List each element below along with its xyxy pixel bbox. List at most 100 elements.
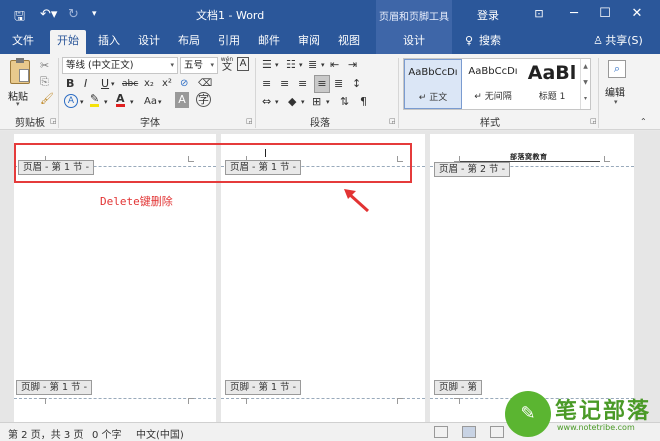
login-button[interactable]: 登录 bbox=[477, 7, 499, 23]
bullets-icon[interactable]: ☰ bbox=[262, 57, 272, 73]
style-no-spacing[interactable]: AaBbCcDı ↵ 无间隔 bbox=[464, 59, 522, 109]
font-color-dropdown-icon[interactable]: ▾ bbox=[130, 94, 134, 110]
multilevel-list-icon[interactable]: ≣ bbox=[308, 57, 317, 73]
word-count[interactable]: 0 个字 bbox=[92, 426, 122, 441]
tab-home[interactable]: 开始 bbox=[50, 30, 86, 54]
tab-layout[interactable]: 布局 bbox=[174, 30, 204, 54]
bold-button[interactable]: B bbox=[66, 76, 74, 92]
multilevel-dropdown-icon[interactable]: ▾ bbox=[321, 57, 325, 73]
tab-mailings[interactable]: 邮件 bbox=[254, 30, 284, 54]
align-left-icon[interactable]: ≡ bbox=[262, 76, 271, 92]
lightbulb-icon: ♀ bbox=[464, 34, 474, 47]
font-name-combo[interactable]: 等线 (中文正文) ▾ bbox=[62, 57, 178, 74]
show-marks-icon[interactable]: ¶ bbox=[360, 94, 367, 110]
clear-format-icon[interactable]: ⌫ bbox=[198, 76, 212, 92]
footer-tag[interactable]: 页脚 - 第 1 节 - bbox=[16, 380, 92, 395]
enclose-char-icon[interactable]: 字 bbox=[196, 92, 211, 107]
tab-design[interactable]: 设计 bbox=[134, 30, 164, 54]
footer-tag[interactable]: 页脚 - 第 1 节 - bbox=[225, 380, 301, 395]
maximize-icon[interactable]: ☐ bbox=[596, 5, 614, 23]
undo-icon[interactable]: ↶▾ bbox=[40, 7, 57, 22]
align-center-icon[interactable]: ≡ bbox=[280, 76, 289, 92]
tab-references[interactable]: 引用 bbox=[214, 30, 244, 54]
bullets-dropdown-icon[interactable]: ▾ bbox=[275, 57, 279, 73]
text-effect-a-icon[interactable]: A bbox=[64, 94, 78, 108]
search-button[interactable]: 搜索 bbox=[476, 30, 504, 54]
font-launcher-icon[interactable]: ◲ bbox=[246, 117, 253, 125]
tab-insert[interactable]: 插入 bbox=[94, 30, 124, 54]
customize-icon[interactable]: ▾ bbox=[92, 9, 97, 19]
borders-icon[interactable]: ⊞ bbox=[312, 94, 321, 110]
page-count[interactable]: 第 2 页，共 3 页 bbox=[8, 426, 83, 441]
change-case-button[interactable]: Aa bbox=[144, 94, 157, 110]
numbering-icon[interactable]: ☷ bbox=[286, 57, 296, 73]
highlight-icon[interactable]: ✎ bbox=[90, 92, 100, 107]
save-icon[interactable]: 🖫 bbox=[14, 7, 25, 29]
tab-review[interactable]: 审阅 bbox=[294, 30, 324, 54]
strikethrough-button[interactable]: abc bbox=[122, 76, 138, 92]
clipboard-icon bbox=[10, 58, 30, 84]
text-effect-dropdown-icon[interactable]: ▾ bbox=[80, 94, 84, 110]
tab-file[interactable]: 文件 bbox=[6, 30, 40, 54]
read-mode-icon[interactable] bbox=[434, 426, 448, 438]
styles-group-label: 样式 bbox=[480, 118, 500, 129]
chinese-layout-dropdown-icon[interactable]: ▾ bbox=[275, 94, 279, 110]
header-highlight-box bbox=[14, 143, 412, 183]
shading-dropdown-icon[interactable]: ▾ bbox=[301, 94, 305, 110]
style-normal[interactable]: AaBbCcDı ↵ 正文 bbox=[404, 59, 462, 109]
copy-icon[interactable]: ⎘ bbox=[40, 74, 49, 90]
close-icon[interactable]: ✕ bbox=[628, 5, 646, 23]
font-group-label: 字体 bbox=[140, 118, 160, 129]
phonetic-guide-icon[interactable]: wén 文 bbox=[220, 56, 234, 74]
title-bar: 🖫 ↶▾ ↻ ▾ 文档1 - Word 页眉和页脚工具 登录 ⊡ ─ ☐ ✕ bbox=[0, 0, 660, 30]
tab-view[interactable]: 视图 bbox=[334, 30, 364, 54]
cut-icon[interactable]: ✂ bbox=[40, 58, 49, 74]
style-heading-1[interactable]: AaBl 标题 1 bbox=[524, 59, 580, 109]
clipboard-launcher-icon[interactable]: ◲ bbox=[50, 117, 57, 125]
paragraph-group-label: 段落 bbox=[310, 118, 330, 129]
numbering-dropdown-icon[interactable]: ▾ bbox=[299, 57, 303, 73]
header-tag[interactable]: 页眉 - 第 2 节 - bbox=[434, 162, 510, 177]
underline-dropdown-icon[interactable]: ▾ bbox=[111, 76, 115, 92]
user-icon: ♙ bbox=[593, 34, 603, 47]
web-layout-icon[interactable] bbox=[490, 426, 504, 438]
minimize-icon[interactable]: ─ bbox=[565, 5, 583, 23]
styles-launcher-icon[interactable]: ◲ bbox=[590, 117, 597, 125]
align-right-icon[interactable]: ≡ bbox=[298, 76, 307, 92]
subscript-button[interactable]: x₂ bbox=[144, 76, 154, 92]
underline-button[interactable]: U bbox=[101, 76, 109, 92]
distributed-icon[interactable]: ≣ bbox=[334, 76, 343, 92]
borders-dropdown-icon[interactable]: ▾ bbox=[326, 94, 330, 110]
tab-header-footer-design[interactable]: 设计 bbox=[376, 30, 452, 54]
italic-button[interactable]: I bbox=[84, 76, 87, 92]
chinese-layout-icon[interactable]: ⇔ bbox=[262, 94, 271, 110]
paste-button[interactable]: 粘贴 ▾ bbox=[6, 58, 34, 108]
change-case-dropdown-icon[interactable]: ▾ bbox=[158, 94, 162, 110]
justify-icon[interactable]: ≡ bbox=[314, 75, 330, 93]
increase-indent-icon[interactable]: ⇥ bbox=[348, 57, 357, 73]
superscript-button[interactable]: x² bbox=[162, 76, 172, 92]
decrease-indent-icon[interactable]: ⇤ bbox=[330, 57, 339, 73]
format-painter-icon[interactable]: 🖌 bbox=[40, 91, 54, 107]
sort-icon[interactable]: ⇅ bbox=[340, 94, 349, 110]
share-button[interactable]: 共享(S) bbox=[604, 30, 644, 54]
styles-scroll[interactable]: ▲ ▼ ▾ bbox=[580, 59, 590, 109]
font-size-combo[interactable]: 五号 ▾ bbox=[180, 57, 218, 74]
context-tab-title: 页眉和页脚工具 bbox=[376, 0, 452, 30]
redo-icon[interactable]: ↻ bbox=[68, 7, 79, 22]
ribbon-display-icon[interactable]: ⊡ bbox=[530, 5, 548, 23]
char-shading-button[interactable]: A bbox=[175, 92, 189, 108]
line-spacing-icon[interactable]: ↕ bbox=[352, 76, 361, 92]
footer-tag[interactable]: 页脚 - 第 bbox=[434, 380, 482, 395]
language-status[interactable]: 中文(中国) bbox=[136, 426, 184, 441]
font-color-button[interactable]: A bbox=[116, 92, 125, 107]
paragraph-launcher-icon[interactable]: ◲ bbox=[389, 117, 396, 125]
text-effects-icon[interactable]: ⊘ bbox=[180, 76, 188, 92]
print-layout-icon[interactable] bbox=[462, 426, 476, 438]
highlight-dropdown-icon[interactable]: ▾ bbox=[104, 94, 108, 110]
collapse-ribbon-icon[interactable]: ⌃ bbox=[640, 114, 647, 130]
page-3[interactable]: 部落窝教育 页眉 - 第 2 节 - 页脚 - 第 bbox=[430, 134, 634, 422]
char-border-icon[interactable]: A bbox=[237, 57, 249, 71]
shading-icon[interactable]: ◆ bbox=[288, 94, 296, 110]
editing-button[interactable]: ⌕ 编辑 ▾ bbox=[604, 58, 630, 106]
